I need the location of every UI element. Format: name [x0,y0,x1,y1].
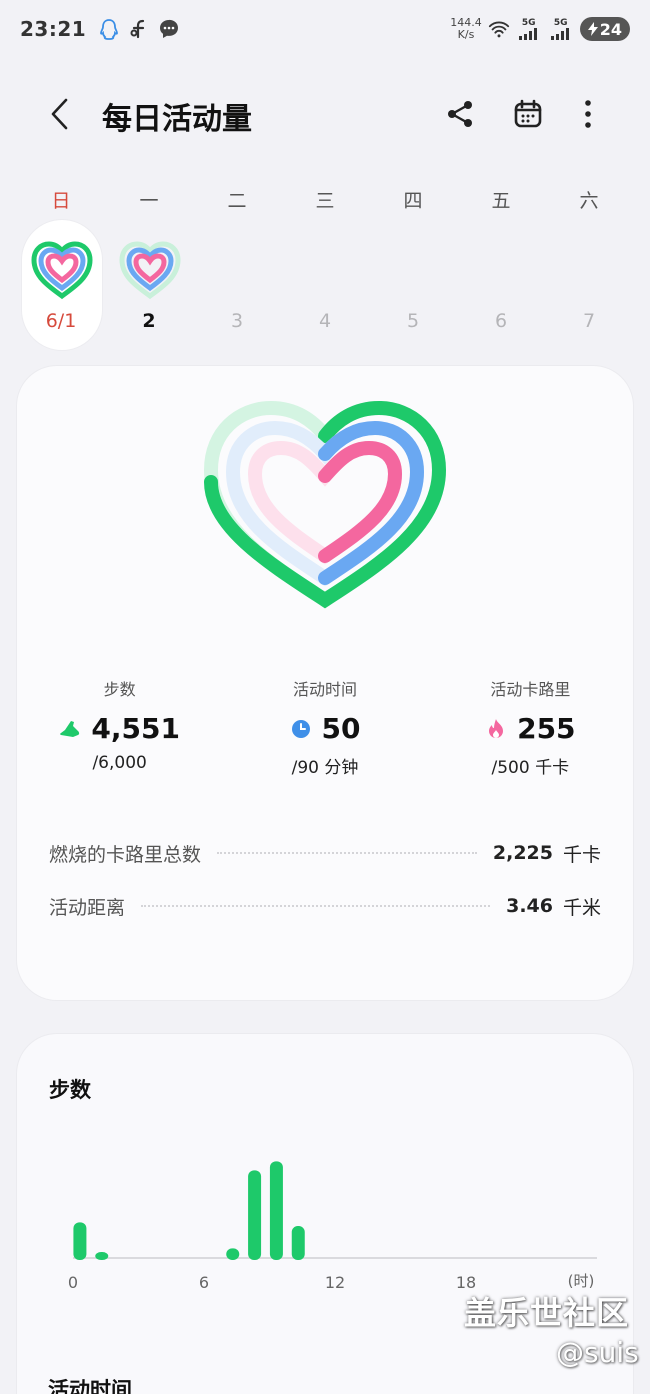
metric-goal: /90 分钟 [291,758,359,778]
distance-row: 活动距离 3.46 千米 [49,891,601,921]
calendar-button[interactable] [508,94,548,134]
page-title: 每日活动量 [102,102,252,137]
wifi-icon [488,18,510,40]
battery-indicator: 24 [579,17,630,41]
metric-value: 4,551 [91,712,180,745]
metric-label: 活动时间 [292,680,357,699]
clock-icon [290,718,312,740]
status-bar: 23:21 144.4 K/s 5G 5G 24 [0,0,650,58]
day-letter: 四 [403,190,423,212]
chart-bar-hour-9 [269,1161,283,1260]
metric-goal: /6,000 [92,753,147,773]
day-thursday[interactable]: 四 5 [373,180,453,350]
stat-unit: 千卡 [562,843,601,866]
day-number: 6 [494,310,508,332]
day-number: 7 [582,310,596,332]
week-selector: 日 6/1 一 2 二 3 三 4 四 5 五 6 六 7 [17,180,633,350]
back-button[interactable] [40,94,80,134]
chart-bar-hour-1 [95,1252,109,1260]
steps-chart-card[interactable]: 步数 0 6 12 18 (时) [17,1034,633,1394]
chart-bar-hour-7 [226,1248,240,1260]
charging-icon [587,22,598,36]
day-letter: 二 [227,190,247,212]
stat-value: 3.46 [506,895,553,917]
watermark-handle: @suis [556,1336,639,1369]
more-options-button[interactable] [568,94,608,134]
share-icon [448,101,472,127]
qq-icon [98,18,120,40]
day-number: 4 [318,310,332,332]
metric-value: 50 [321,712,361,745]
metric-label: 步数 [103,680,136,699]
day-saturday[interactable]: 六 7 [549,180,629,350]
message-icon [158,18,180,40]
calendar-icon [514,99,542,128]
activity-rings-heart [203,400,447,609]
signal-icon-2: 5G [548,18,574,40]
day-number: 3 [230,310,244,332]
chart-bar-hour-8 [248,1170,262,1260]
day-wednesday[interactable]: 三 4 [285,180,365,350]
network-speed: 144.4 K/s [450,16,482,41]
activity-heart-icon [119,241,181,300]
x-tick-label: 12 [325,1273,345,1292]
share-button[interactable] [440,94,480,134]
x-tick-label: 6 [199,1273,209,1292]
day-letter: 五 [491,190,511,212]
chart-bar-hour-10 [291,1226,305,1260]
dotted-leader [217,852,477,854]
metric-label: 活动卡路里 [490,680,571,699]
metric-goal: /500 千卡 [491,758,570,778]
watermark-text: 盖乐世社区 [464,1294,630,1332]
x-tick-label: 0 [68,1273,78,1292]
metric-value: 255 [517,712,576,745]
flame-icon [485,718,507,740]
day-friday[interactable]: 五 6 [461,180,541,350]
day-number: 2 [142,310,156,332]
app-header: 每日活动量 [0,80,650,148]
status-time: 23:21 [20,17,87,41]
shoe-icon [59,718,81,740]
activity-heart-icon [31,241,93,300]
day-letter: 六 [579,190,599,212]
total-calories-row: 燃烧的卡路里总数 2,225 千卡 [49,838,601,868]
chart-bar-hour-0 [73,1222,87,1260]
stat-label: 活动距离 [49,896,126,919]
day-number: 6/1 [45,310,77,332]
day-letter: 一 [139,190,159,212]
metric-active-time[interactable]: 活动时间 50 /90 分钟 [222,676,427,778]
metric-active-calories[interactable]: 活动卡路里 255 /500 千卡 [428,676,633,778]
metrics-row: 步数 4,551 /6,000 活动时间 50 /90 分钟 活动卡路里 255… [17,676,633,778]
activity-summary-card[interactable]: 步数 4,551 /6,000 活动时间 50 /90 分钟 活动卡路里 255… [17,366,633,1000]
app-f-icon [128,18,150,40]
stat-label: 燃烧的卡路里总数 [49,843,202,866]
day-monday[interactable]: 一 2 [109,180,189,350]
stat-unit: 千米 [562,896,601,919]
day-tuesday[interactable]: 二 3 [197,180,277,350]
metric-steps[interactable]: 步数 4,551 /6,000 [17,676,222,778]
signal-icon-1: 5G [516,18,542,40]
day-letter: 三 [315,190,335,212]
dotted-leader [141,905,491,907]
more-icon [585,100,591,128]
back-icon [51,98,68,130]
card-title: 步数 [49,1078,91,1102]
section-title-active-time: 活动时间 [48,1378,132,1394]
stat-value: 2,225 [492,842,553,864]
day-sunday[interactable]: 日 6/1 [21,180,101,350]
day-number: 5 [406,310,420,332]
day-letter: 日 [51,190,71,212]
